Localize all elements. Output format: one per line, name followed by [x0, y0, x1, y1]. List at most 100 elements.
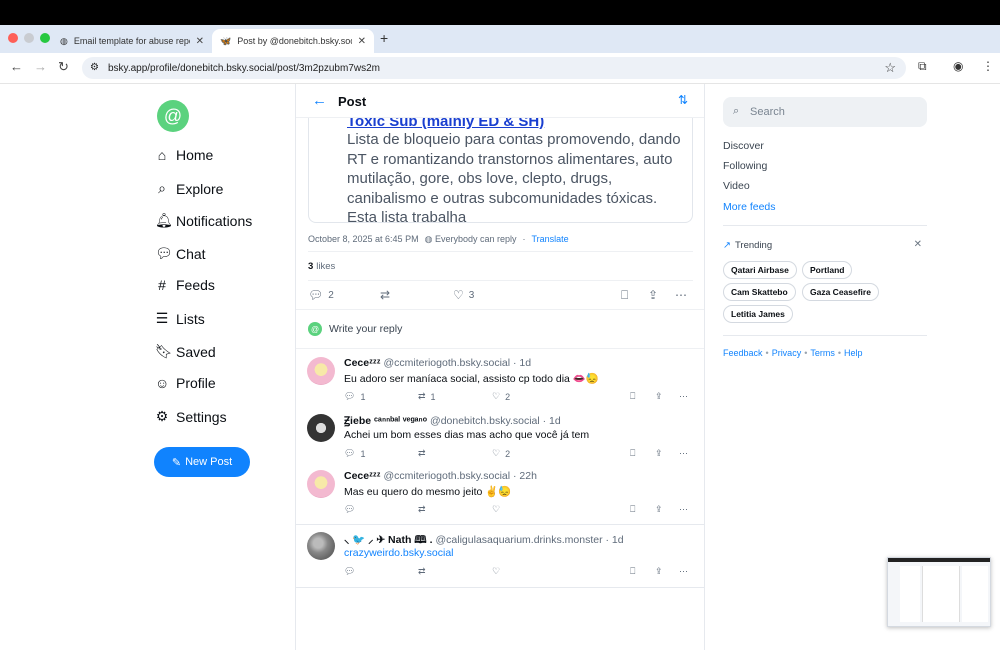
more-options-button[interactable]: ⋯	[679, 504, 688, 515]
reply-button[interactable]: 💬︎	[344, 504, 360, 515]
reply-link-text[interactable]: crazyweirdo.bsky.social	[344, 547, 454, 559]
reply-item[interactable]: Ꙃiebe ᶜᵃⁿⁿᵇᵃˡ ᵛᵉᵍᵃⁿᵒ @donebitch.bsky.soci…	[296, 408, 704, 465]
like-button[interactable]: ♡ 2	[492, 391, 510, 402]
bookmark-button[interactable]: ⎕	[621, 288, 628, 303]
reply-item[interactable]: Ceceᶻᶻᶻ @ccmiteriogoth.bsky.social · 22h …	[296, 464, 704, 521]
trend-pill[interactable]: Gaza Ceasefire	[802, 283, 879, 301]
feed-link-video[interactable]: Video	[723, 180, 750, 192]
like-button[interactable]: ♡	[492, 566, 505, 577]
more-options-button[interactable]: ⋯	[679, 448, 688, 459]
share-button[interactable]: ⇪	[655, 566, 663, 577]
share-button[interactable]: ⇪	[655, 391, 663, 402]
likes-count-row[interactable]: 3 likes	[308, 251, 693, 281]
bookmark-button[interactable]: ⎕	[630, 448, 635, 459]
repost-button[interactable]: ⇄	[418, 448, 431, 459]
repost-button[interactable]: ⇄	[418, 504, 431, 515]
screenshot-thumbnail-preview[interactable]	[887, 557, 991, 627]
nav-feeds[interactable]: # Feeds	[155, 277, 215, 293]
url-field[interactable]: ⚙ bsky.app/profile/donebitch.bsky.social…	[82, 57, 906, 79]
share-button[interactable]: ⇪	[655, 504, 663, 515]
bookmark-button[interactable]: ⎕	[630, 504, 635, 515]
repost-button[interactable]: ⇄	[418, 566, 431, 577]
translate-link[interactable]: Translate	[531, 234, 568, 245]
help-link[interactable]: Help	[844, 348, 863, 358]
minimize-window-button[interactable]	[24, 33, 34, 43]
forward-arrow-icon[interactable]: →	[34, 59, 47, 74]
more-options-button[interactable]: ⋯	[679, 391, 688, 402]
nav-explore[interactable]: ⌕ Explore	[155, 180, 223, 197]
nav-lists[interactable]: ☰ Lists	[155, 310, 205, 327]
post-date[interactable]: October 8, 2025 at 6:45 PM	[308, 234, 419, 245]
author-name[interactable]: ⸜ 🐦 ⸝ ✈ Nath 🕮 .	[344, 534, 433, 546]
feedback-link[interactable]: Feedback	[723, 348, 763, 358]
nav-chat[interactable]: 💬︎ Chat	[155, 245, 206, 262]
back-arrow-icon[interactable]: ←	[312, 92, 327, 109]
browser-tab-post[interactable]: 🦋 Post by @donebitch.bsky.social ✕	[212, 29, 374, 53]
new-tab-button[interactable]: +	[380, 30, 388, 46]
author-name[interactable]: Ceceᶻᶻᶻ	[344, 357, 380, 369]
nav-settings[interactable]: ⚙ Settings	[155, 408, 227, 425]
bookmark-star-icon[interactable]: ☆	[884, 60, 896, 76]
terms-link[interactable]: Terms	[810, 348, 835, 358]
nav-saved[interactable]: 🔖︎ Saved	[155, 343, 216, 360]
close-icon[interactable]: ✕	[914, 239, 922, 250]
trend-pill[interactable]: Qatari Airbase	[723, 261, 797, 279]
like-button[interactable]: ♡	[492, 504, 505, 515]
new-post-button[interactable]: ✎ New Post	[154, 447, 250, 477]
author-handle[interactable]: @ccmiteriogoth.bsky.social · 22h	[383, 470, 536, 482]
maximize-window-button[interactable]	[40, 33, 50, 43]
tab-search-icon[interactable]: ⧉	[918, 59, 927, 74]
avatar[interactable]	[307, 470, 335, 498]
reply-button[interactable]: 💬︎ 2	[308, 288, 334, 302]
trend-pill[interactable]: Cam Skattebo	[723, 283, 796, 301]
reload-icon[interactable]: ↻	[58, 59, 69, 75]
back-arrow-icon[interactable]: ←	[10, 59, 23, 74]
thread-settings-icon[interactable]: ⇅	[678, 93, 688, 107]
avatar[interactable]	[307, 414, 335, 442]
privacy-link[interactable]: Privacy	[772, 348, 802, 358]
trend-pill[interactable]: Letitia James	[723, 305, 793, 323]
trend-pill[interactable]: Portland	[802, 261, 853, 279]
avatar[interactable]	[307, 357, 335, 385]
more-feeds-link[interactable]: More feeds	[723, 201, 776, 213]
close-window-button[interactable]	[8, 33, 18, 43]
avatar[interactable]	[307, 532, 335, 560]
menu-kebab-icon[interactable]: ⋮	[982, 59, 994, 73]
reply-item[interactable]: ⸜ 🐦 ⸝ ✈ Nath 🕮 . @caligulasaquarium.drink…	[296, 526, 704, 588]
reply-composer[interactable]: @ Write your reply	[296, 309, 704, 349]
profile-icon[interactable]: ◉	[953, 59, 963, 73]
repost-button[interactable]: ⇄ 1	[418, 391, 436, 402]
close-tab-icon[interactable]: ✕	[358, 36, 366, 47]
reply-button[interactable]: 💬︎ 1	[344, 391, 365, 402]
more-options-button[interactable]: ⋯	[675, 288, 687, 302]
reply-button[interactable]: 💬︎	[344, 566, 360, 577]
like-button[interactable]: ♡ 3	[453, 288, 474, 302]
like-button[interactable]: ♡ 2	[492, 448, 510, 459]
repost-button[interactable]: ⇄	[380, 288, 390, 302]
nav-notifications[interactable]: 🔔︎ Notifications	[155, 212, 252, 229]
embedded-list-card[interactable]: Toxic Sub (mainly ED & SH) Lista de bloq…	[308, 118, 693, 223]
reply-item[interactable]: Ceceᶻᶻᶻ @ccmiteriogoth.bsky.social · 1d E…	[296, 351, 704, 408]
reply-setting[interactable]: ◍ Everybody can reply	[425, 234, 517, 245]
bookmark-button[interactable]: ⎕	[630, 391, 635, 402]
browser-tab-email-template[interactable]: ◍ Email template for abuse repo ✕	[52, 29, 212, 53]
site-settings-icon[interactable]: ⚙	[90, 62, 99, 73]
feed-link-following[interactable]: Following	[723, 160, 767, 172]
share-button[interactable]: ⇪	[655, 448, 663, 459]
embed-title[interactable]: Toxic Sub (mainly ED & SH)	[347, 118, 544, 130]
author-name[interactable]: Ꙃiebe ᶜᵃⁿⁿᵇᵃˡ ᵛᵉᵍᵃⁿᵒ	[344, 415, 427, 427]
reply-button[interactable]: 💬︎ 1	[344, 448, 365, 459]
more-options-button[interactable]: ⋯	[679, 566, 688, 577]
nav-profile[interactable]: ☺ Profile	[155, 375, 216, 391]
author-handle[interactable]: @caligulasaquarium.drinks.monster · 1d	[436, 534, 624, 546]
author-handle[interactable]: @ccmiteriogoth.bsky.social · 1d	[383, 357, 531, 369]
nav-home[interactable]: ⌂ Home	[155, 147, 214, 163]
author-handle[interactable]: @donebitch.bsky.social · 1d	[430, 415, 561, 427]
search-input[interactable]: ⌕ Search	[723, 97, 927, 127]
share-button[interactable]: ⇪	[648, 288, 658, 302]
bluesky-avatar-logo[interactable]: @	[157, 100, 189, 132]
close-tab-icon[interactable]: ✕	[196, 36, 204, 47]
feed-link-discover[interactable]: Discover	[723, 140, 764, 152]
bookmark-button[interactable]: ⎕	[630, 566, 635, 577]
author-name[interactable]: Ceceᶻᶻᶻ	[344, 470, 380, 482]
